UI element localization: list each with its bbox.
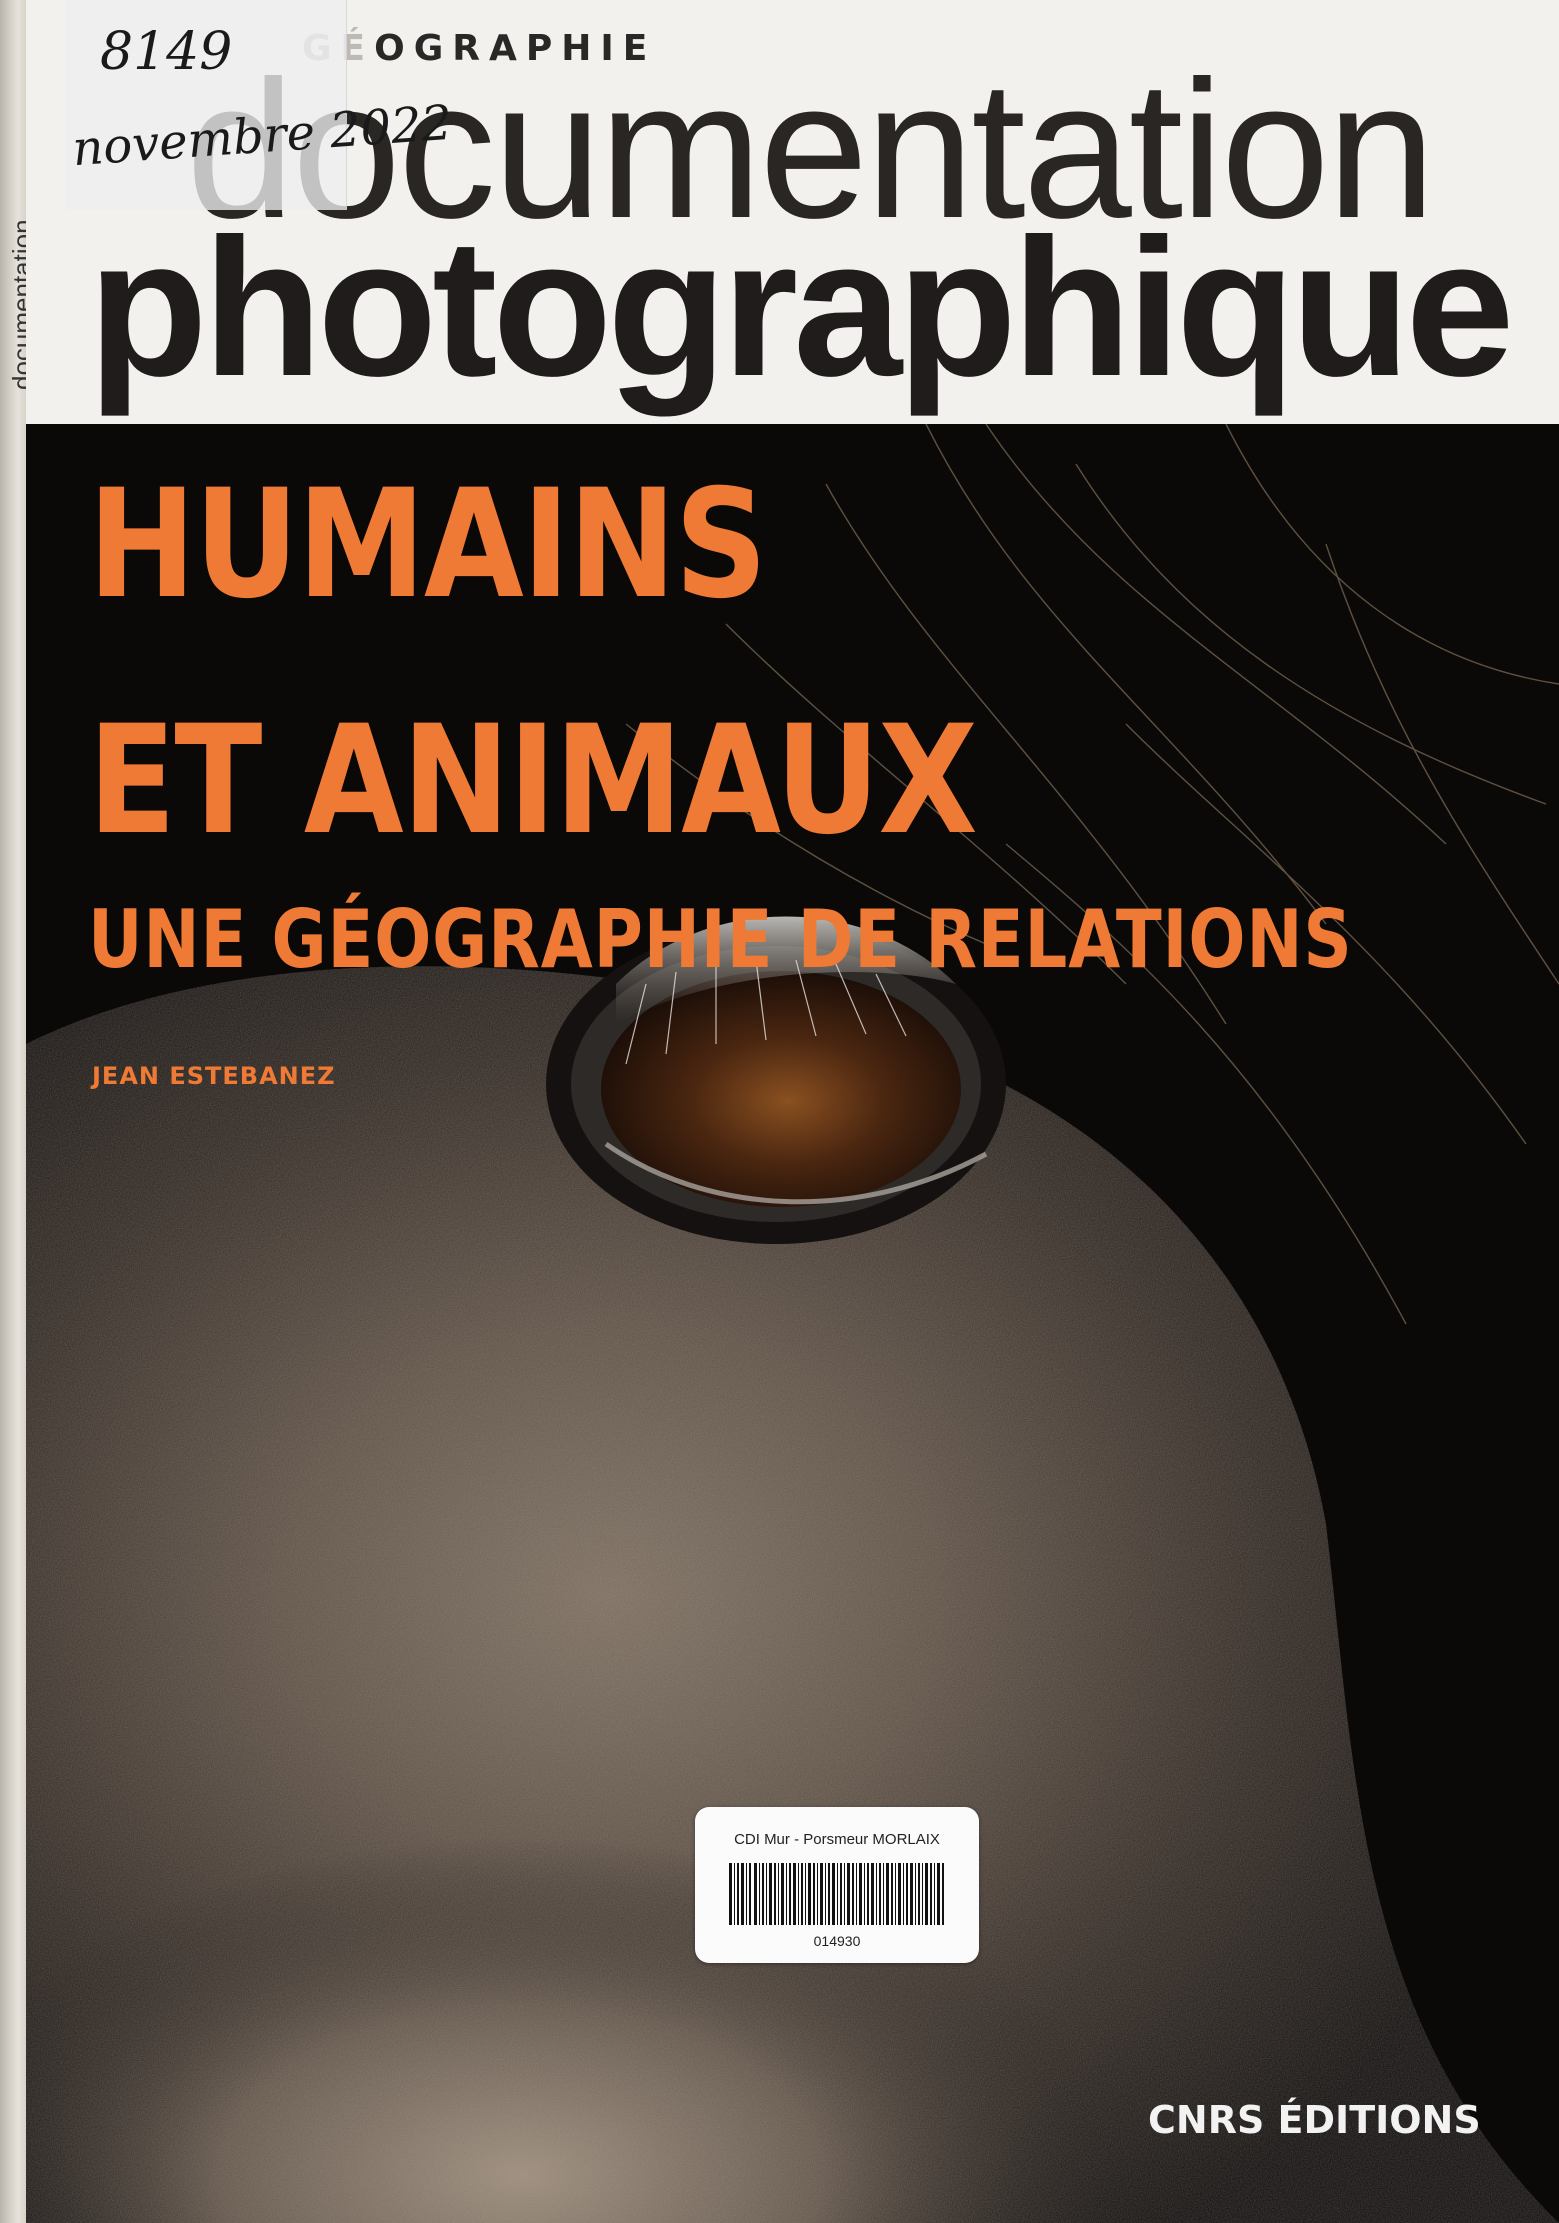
barcode-number: 014930 [813,1933,861,1949]
library-name: CDI Mur - Porsmeur MORLAIX [734,1831,940,1848]
cover-title-line2: ET ANIMAUX [88,694,978,868]
masthead-line2: photographique [88,198,1515,417]
cover-header: GÉOGRAPHIE documentation photographique … [26,0,1559,424]
handwritten-number: 8149 [100,22,233,82]
author: JEAN ESTEBANEZ [92,1062,336,1090]
library-label: CDI Mur - Porsmeur MORLAIX 014930 [695,1807,979,1963]
cover-subtitle: UNE GÉOGRAPHIE DE RELATIONS [88,893,1353,986]
magazine-cover: GÉOGRAPHIE documentation photographique … [26,0,1559,2223]
publisher-logo: CNRS ÉDITIONS [1148,2098,1481,2142]
cover-title-line1: HUMAINS [88,458,767,632]
barcode-icon [729,1863,944,1925]
